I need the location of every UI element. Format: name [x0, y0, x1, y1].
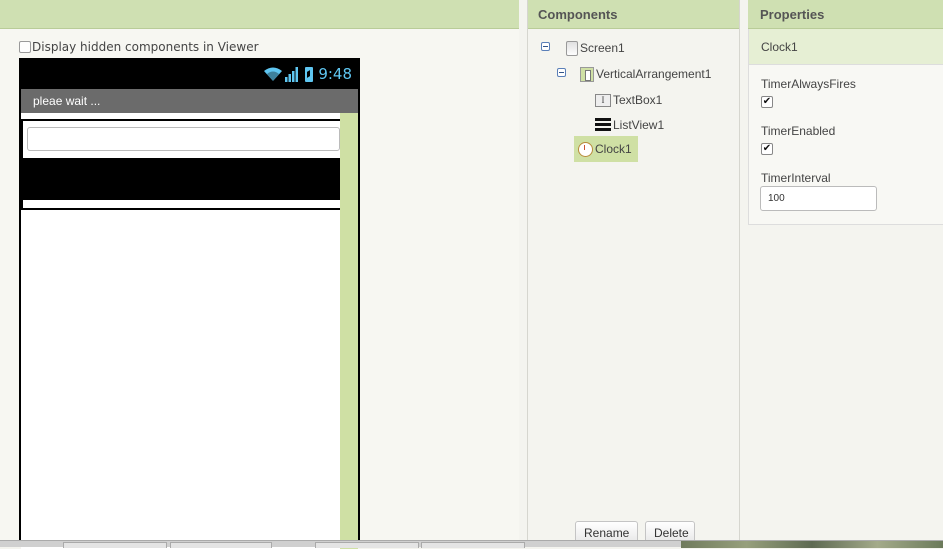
prop-timerinterval-input[interactable]: 100: [760, 186, 877, 211]
bottom-tab[interactable]: [63, 542, 167, 548]
collapse-screen1-toggle[interactable]: [541, 42, 550, 51]
collapse-verticalarrangement1-toggle[interactable]: [557, 68, 566, 77]
properties-box: Clock1 TimerAlwaysFires ✔ TimerEnabled ✔…: [748, 29, 943, 225]
signal-icon: [285, 67, 299, 82]
properties-pane: Properties Clock1 TimerAlwaysFires ✔ Tim…: [748, 0, 943, 547]
display-hidden-checkbox[interactable]: [19, 41, 31, 53]
vertical-arrangement-icon: [580, 66, 594, 82]
viewer-header: [0, 0, 519, 29]
listview-icon: [595, 118, 611, 132]
tree-item-listview1[interactable]: ListView1: [595, 115, 664, 135]
bottom-tab[interactable]: [170, 542, 272, 548]
battery-icon: [305, 66, 314, 82]
tree-item-textbox1[interactable]: I TextBox1: [595, 90, 662, 110]
screen-title: pleae wait ...: [33, 94, 101, 108]
textbox-icon: I: [595, 93, 611, 107]
status-time: 9:48: [318, 65, 352, 83]
screen-scroll-strip: [340, 113, 358, 549]
prop-timeralwaysfires-label: TimerAlwaysFires: [761, 77, 856, 91]
display-hidden-components-toggle[interactable]: Display hidden components in Viewer: [19, 40, 259, 54]
prop-timerinterval-label: TimerInterval: [761, 171, 831, 185]
tree-item-label: Clock1: [595, 142, 632, 156]
bottom-tab[interactable]: [315, 542, 419, 548]
prop-timeralwaysfires-checkbox[interactable]: ✔: [761, 96, 773, 108]
display-hidden-label: Display hidden components in Viewer: [32, 40, 259, 54]
properties-title: Properties: [760, 7, 825, 22]
tree-item-label: Screen1: [580, 41, 625, 55]
wifi-icon: [264, 67, 283, 81]
selected-component-name: Clock1: [761, 40, 798, 54]
phone-preview: 9:48 pleae wait ...: [19, 58, 360, 549]
clock-icon: [578, 141, 593, 157]
tree-item-label: TextBox1: [613, 93, 663, 107]
listview-preview[interactable]: [23, 158, 340, 200]
bottom-tab[interactable]: [421, 542, 525, 548]
components-title: Components: [538, 7, 618, 22]
bottom-tab-strip: [0, 540, 943, 548]
phone-status-bar: 9:48: [21, 60, 358, 89]
properties-header: Properties: [748, 0, 943, 29]
viewer-pane: Display hidden components in Viewer 9:48: [0, 0, 519, 549]
selected-component-bar: Clock1: [749, 29, 943, 65]
screen-title-bar: pleae wait ...: [21, 89, 358, 113]
textbox-preview[interactable]: [27, 127, 340, 151]
screen-body[interactable]: [21, 113, 358, 549]
prop-timerenabled-checkbox[interactable]: ✔: [761, 143, 773, 155]
tree-item-label: ListView1: [613, 118, 665, 132]
tree-item-label: VerticalArrangement1: [596, 67, 712, 81]
vertical-arrangement-preview[interactable]: [21, 119, 342, 210]
screen-icon: [566, 40, 578, 56]
components-header: Components: [528, 0, 739, 29]
tree-item-screen1[interactable]: Screen1: [566, 38, 625, 58]
components-pane: Components Screen1 VerticalArrangement1 …: [527, 0, 740, 547]
prop-timerenabled-label: TimerEnabled: [761, 124, 836, 138]
tree-item-clock1[interactable]: Clock1: [574, 136, 638, 162]
tree-item-verticalarrangement1[interactable]: VerticalArrangement1: [580, 64, 711, 84]
